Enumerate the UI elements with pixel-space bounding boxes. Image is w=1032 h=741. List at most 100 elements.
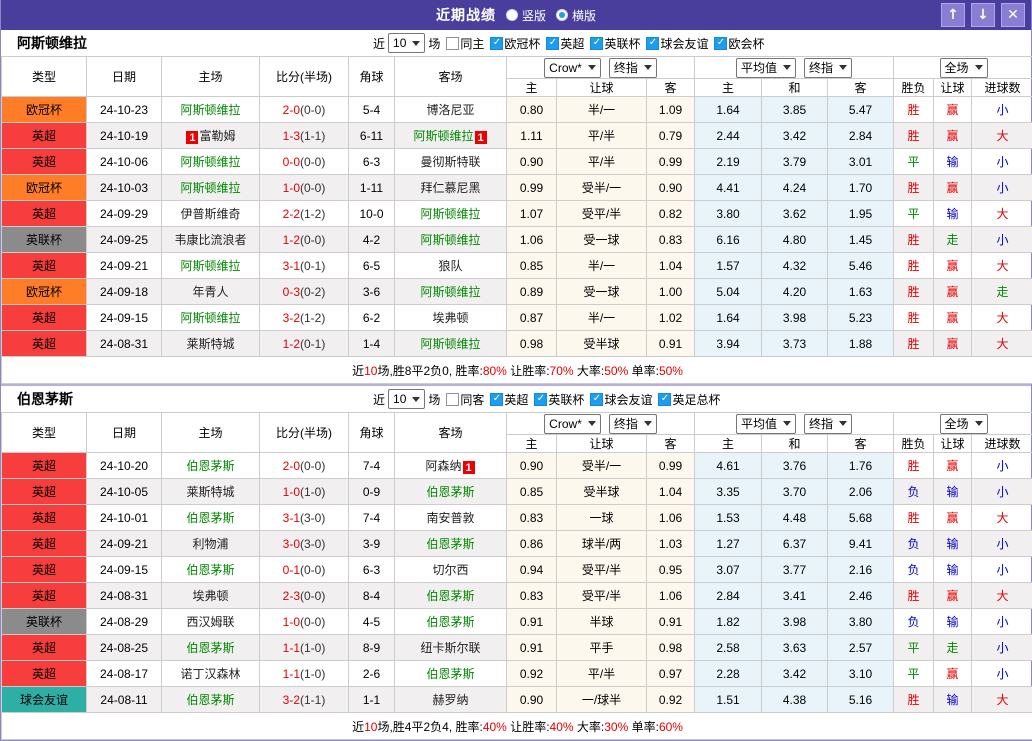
header-home: 主场 bbox=[162, 413, 260, 453]
close-button[interactable]: ✕ bbox=[1001, 3, 1025, 27]
league-filter-checkbox[interactable]: ✓英超 bbox=[490, 391, 528, 408]
avg-draw: 4.24 bbox=[762, 175, 828, 201]
header-result-col: 进球数 bbox=[972, 435, 1032, 453]
summary-value: 80% bbox=[483, 364, 507, 378]
header-odds-col: 主 bbox=[507, 79, 557, 97]
corners-cell: 1-4 bbox=[349, 331, 395, 357]
corners-cell: 6-3 bbox=[349, 557, 395, 583]
league-filter-checkbox[interactable]: ✓球会友谊 bbox=[590, 391, 652, 408]
match-count-select[interactable]: 10 bbox=[388, 389, 425, 409]
match-row: 英超24-10-01伯恩茅斯3-1(3-0)7-4南安普敦0.83一球1.061… bbox=[2, 505, 1032, 531]
score-cell: 1-1(1-0) bbox=[260, 635, 349, 661]
odds-away: 0.97 bbox=[647, 661, 695, 687]
away-team-name: 埃弗顿 bbox=[432, 311, 468, 325]
final-odds-select[interactable]: 终指 bbox=[804, 58, 852, 78]
scope-select[interactable]: 全场 bbox=[940, 58, 988, 78]
avg-away: 2.46 bbox=[828, 583, 894, 609]
unchecked-checkbox-icon bbox=[446, 37, 459, 50]
result-cell: 胜 bbox=[894, 227, 934, 253]
result-cell: 负 bbox=[894, 557, 934, 583]
average-group-header: 平均值终指 bbox=[695, 57, 894, 79]
half-time-score: (1-2) bbox=[300, 207, 325, 221]
full-time-score: 2-2 bbox=[283, 207, 300, 221]
league-badge: 英超 bbox=[2, 635, 87, 661]
result-cell: 胜 bbox=[894, 123, 934, 149]
league-filter-checkbox[interactable]: ✓英足总杯 bbox=[658, 391, 720, 408]
home-team-cell: 伯恩茅斯 bbox=[162, 687, 260, 713]
home-team-cell: 利物浦 bbox=[162, 531, 260, 557]
same-venue-checkbox[interactable]: 同客 bbox=[446, 391, 484, 408]
select-value: 终指 bbox=[809, 59, 833, 76]
avg-away: 3.01 bbox=[828, 149, 894, 175]
handicap-result-cell: 赢 bbox=[934, 279, 972, 305]
scope-select[interactable]: 全场 bbox=[940, 414, 988, 434]
result-cell: 胜 bbox=[894, 279, 934, 305]
average-select[interactable]: 平均值 bbox=[736, 58, 796, 78]
odds-handicap: 平/半 bbox=[557, 123, 647, 149]
away-team-cell: 伯恩茅斯 bbox=[395, 583, 507, 609]
move-down-button[interactable]: ↓ bbox=[971, 3, 995, 27]
league-filter-checkbox[interactable]: ✓球会友谊 bbox=[646, 35, 708, 52]
caret-down-icon bbox=[975, 421, 983, 426]
avg-home: 1.27 bbox=[695, 531, 762, 557]
odds-home: 1.11 bbox=[507, 123, 557, 149]
summary-value: 10 bbox=[364, 364, 377, 378]
final-odds-select[interactable]: 终指 bbox=[804, 414, 852, 434]
checkbox-label: 英联杯 bbox=[604, 35, 640, 52]
match-date: 24-09-29 bbox=[87, 201, 162, 227]
goals-result-cell: 小 bbox=[972, 175, 1032, 201]
average-select[interactable]: 平均值 bbox=[736, 414, 796, 434]
odds-home: 0.85 bbox=[507, 253, 557, 279]
home-team-cell: 莱斯特城 bbox=[162, 479, 260, 505]
match-row: 英超24-08-31埃弗顿2-3(0-0)8-4伯恩茅斯0.83受平/半1.06… bbox=[2, 583, 1032, 609]
final-odds-select[interactable]: 终指 bbox=[609, 414, 657, 434]
avg-draw: 3.70 bbox=[762, 479, 828, 505]
half-time-score: (1-1) bbox=[300, 129, 325, 143]
full-time-score: 1-0 bbox=[283, 615, 300, 629]
half-time-score: (0-0) bbox=[300, 589, 325, 603]
half-time-score: (0-2) bbox=[300, 285, 325, 299]
handicap-result-cell: 输 bbox=[934, 531, 972, 557]
match-date: 24-10-05 bbox=[87, 479, 162, 505]
odds-away: 1.09 bbox=[647, 97, 695, 123]
handicap-result-cell: 输 bbox=[934, 609, 972, 635]
odds-away: 0.95 bbox=[647, 557, 695, 583]
vertical-layout-radio[interactable]: 竖版 bbox=[506, 7, 546, 24]
handicap-result-cell: 走 bbox=[934, 635, 972, 661]
league-badge: 英超 bbox=[2, 505, 87, 531]
header-odds-col: 主 bbox=[507, 435, 557, 453]
header-odds-col: 让球 bbox=[557, 435, 647, 453]
league-badge: 欧冠杯 bbox=[2, 97, 87, 123]
league-filter-checkbox[interactable]: ✓英联杯 bbox=[590, 35, 640, 52]
odds-handicap: 受平/半 bbox=[557, 201, 647, 227]
bookmaker-select[interactable]: Crow* bbox=[544, 414, 601, 434]
score-cell: 3-2(1-1) bbox=[260, 687, 349, 713]
league-filter-checkbox[interactable]: ✓英联杯 bbox=[534, 391, 584, 408]
score-cell: 1-3(1-1) bbox=[260, 123, 349, 149]
match-count-select[interactable]: 10 bbox=[388, 33, 425, 53]
away-team-cell: 阿斯顿维拉 bbox=[395, 227, 507, 253]
full-time-score: 3-1 bbox=[283, 511, 300, 525]
home-team-name: 阿斯顿维拉 bbox=[180, 103, 240, 117]
odds-away: 1.02 bbox=[647, 305, 695, 331]
same-venue-checkbox[interactable]: 同主 bbox=[446, 35, 484, 52]
league-filter-checkbox[interactable]: ✓英超 bbox=[546, 35, 584, 52]
horizontal-layout-radio[interactable]: 横版 bbox=[556, 7, 596, 24]
summary-text: 让胜率: bbox=[507, 364, 550, 378]
final-odds-select[interactable]: 终指 bbox=[609, 58, 657, 78]
summary-value: 40% bbox=[550, 720, 574, 734]
home-team-name: 富勒姆 bbox=[199, 129, 235, 143]
away-team-cell: 伯恩茅斯 bbox=[395, 531, 507, 557]
header-type: 类型 bbox=[2, 413, 87, 453]
move-up-button[interactable]: ↑ bbox=[941, 3, 965, 27]
result-cell: 胜 bbox=[894, 505, 934, 531]
result-cell: 平 bbox=[894, 635, 934, 661]
goals-result-cell: 小 bbox=[972, 453, 1032, 479]
league-filter-checkbox[interactable]: ✓欧冠杯 bbox=[490, 35, 540, 52]
caret-down-icon bbox=[839, 421, 847, 426]
header-odds-col: 客 bbox=[647, 435, 695, 453]
avg-away: 3.10 bbox=[828, 661, 894, 687]
bookmaker-select[interactable]: Crow* bbox=[544, 58, 601, 78]
league-filter-checkbox[interactable]: ✓欧会杯 bbox=[714, 35, 764, 52]
score-cell: 3-1(3-0) bbox=[260, 505, 349, 531]
